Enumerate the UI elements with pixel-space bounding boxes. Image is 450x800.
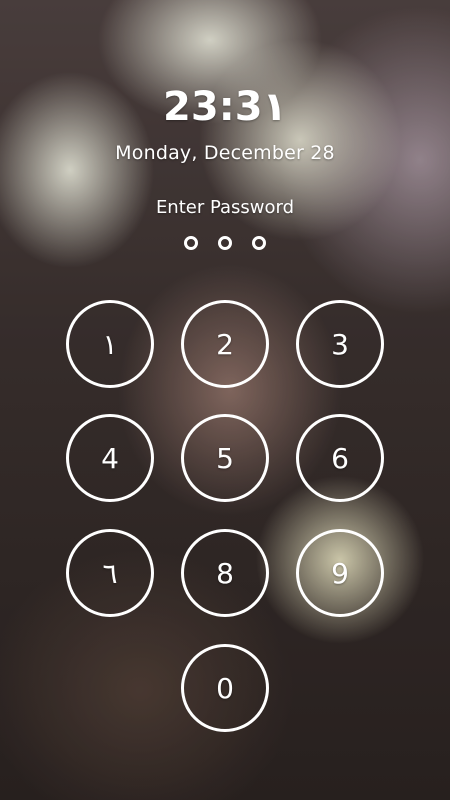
keypad-key-7[interactable]: ٦	[66, 529, 154, 617]
keypad-key-8[interactable]: 8	[181, 529, 269, 617]
keypad-key-0[interactable]: 0	[181, 644, 269, 732]
keypad-key-3[interactable]: 3	[296, 300, 384, 388]
keypad-key-4[interactable]: 4	[66, 414, 154, 502]
keypad-key-2[interactable]: 2	[181, 300, 269, 388]
keypad-key-1[interactable]: ١	[66, 300, 154, 388]
keypad: ١ 2 3 4 5 6 ٦ 8 9 0	[0, 0, 450, 800]
keypad-key-6[interactable]: 6	[296, 414, 384, 502]
keypad-key-5[interactable]: 5	[181, 414, 269, 502]
keypad-key-9[interactable]: 9	[296, 529, 384, 617]
